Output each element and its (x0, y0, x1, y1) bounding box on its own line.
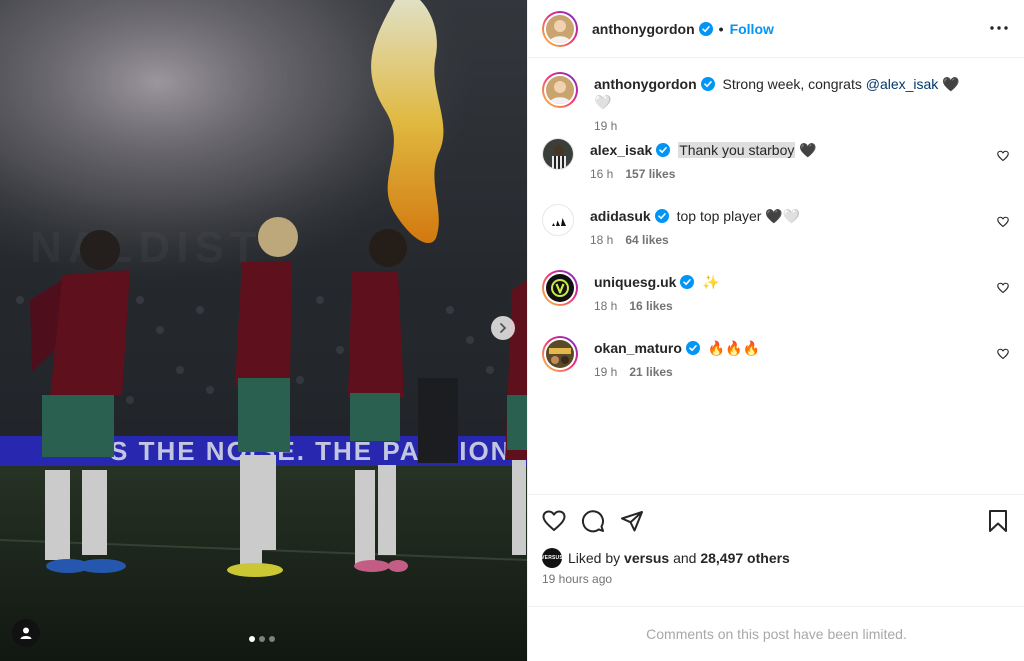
comment-like-heart-icon[interactable] (997, 149, 1009, 165)
carousel-dot-3 (269, 636, 275, 642)
comment-likes[interactable]: 16 likes (629, 299, 672, 313)
comments-limited-notice: Comments on this post have been limited. (528, 606, 1024, 661)
comment-username[interactable]: uniquesg.uk (594, 274, 676, 290)
comment-emoji: 🖤 (799, 142, 817, 158)
likes-others-link[interactable]: 28,497 others (700, 550, 790, 566)
commenter-avatar[interactable] (542, 336, 578, 372)
caption-author-avatar[interactable] (542, 72, 578, 108)
comment-time[interactable]: 16 h (590, 167, 613, 181)
header-separator: • (718, 20, 724, 37)
carousel-dot-1 (249, 636, 255, 642)
author-avatar[interactable] (542, 10, 578, 47)
author-username[interactable]: anthonygordon (592, 21, 695, 37)
share-paper-plane-icon[interactable] (620, 509, 644, 533)
comment-emoji: 🖤🤍 (765, 208, 801, 224)
comment-likes[interactable]: 157 likes (625, 167, 675, 181)
comment-username[interactable]: alex_isak (590, 142, 652, 158)
post-header: anthonygordon • Follow (528, 0, 1024, 58)
save-bookmark-icon[interactable] (987, 509, 1009, 536)
more-options-button[interactable] (987, 18, 1011, 38)
comments-list[interactable]: anthonygordon Strong week, congrats @ale… (528, 58, 1024, 494)
tagged-users-button[interactable] (12, 619, 40, 647)
liker-avatar[interactable]: VERSUS (541, 548, 563, 568)
adidas-logo-icon (543, 205, 573, 235)
comment-bubble-icon[interactable] (581, 509, 605, 533)
commenter-avatar[interactable] (542, 270, 578, 306)
comment-likes[interactable]: 21 likes (629, 365, 672, 379)
likes-conjunction: and (673, 550, 697, 566)
caption-text: Strong week, congrats (722, 76, 862, 92)
chevron-right-icon (500, 323, 507, 333)
commenter-avatar[interactable] (542, 138, 574, 170)
person-icon (20, 627, 32, 639)
comment-emoji: ✨ (702, 274, 720, 290)
instagram-post-view: NALDIST S THE NOISE. THE PASSION (0, 0, 1024, 661)
like-heart-icon[interactable] (542, 509, 566, 533)
carousel-dot-2 (259, 636, 265, 642)
commenter-avatar[interactable] (542, 204, 574, 236)
more-horizontal-icon (990, 26, 1008, 30)
caption-time[interactable]: 19 h (594, 119, 617, 133)
follow-button[interactable]: Follow (730, 21, 774, 37)
caption-avatar-image (546, 76, 574, 104)
comment-item: okan_maturo 🔥🔥🔥 19 h 21 likes (542, 336, 1011, 402)
comment-time[interactable]: 18 h (590, 233, 613, 247)
comment-item: adidasuk top top player 🖤🤍 18 h 64 likes (542, 204, 1011, 270)
commenter-avatar-image (543, 139, 573, 169)
post-timestamp[interactable]: 19 hours ago (542, 572, 1011, 586)
caption-username[interactable]: anthonygordon (594, 76, 697, 92)
verified-badge-icon (698, 21, 713, 36)
next-image-button[interactable] (491, 316, 515, 340)
likes-summary: VERSUS Liked by versus and 28,497 others (541, 548, 1011, 568)
comment-time[interactable]: 18 h (594, 299, 617, 313)
post-media[interactable]: NALDIST S THE NOISE. THE PASSION (0, 0, 527, 661)
verified-badge-icon (654, 209, 669, 223)
verified-badge-icon (700, 77, 715, 91)
comment-username[interactable]: okan_maturo (594, 340, 682, 356)
comment-item: alex_isak Thank you starboy 🖤 16 h 157 li… (542, 138, 1011, 204)
post-actions: VERSUS Liked by versus and 28,497 others… (528, 494, 1024, 606)
comment-emoji: 🔥🔥🔥 (707, 340, 761, 356)
liker-username[interactable]: versus (624, 550, 669, 566)
comment-like-heart-icon[interactable] (997, 215, 1009, 231)
uniquesg-logo-icon (546, 274, 574, 302)
comment-like-heart-icon[interactable] (997, 281, 1009, 297)
comment-username[interactable]: adidasuk (590, 208, 651, 224)
comment-text: Thank you starboy (678, 142, 796, 158)
comment-item: uniquesg.uk ✨ 18 h 16 likes (542, 270, 1011, 336)
comment-likes[interactable]: 64 likes (625, 233, 668, 247)
caption: anthonygordon Strong week, congrats @ale… (542, 72, 1011, 138)
author-avatar-image (546, 14, 574, 43)
comment-text: top top player (676, 208, 762, 224)
verified-badge-icon (656, 143, 671, 157)
carousel-indicator (249, 636, 275, 642)
post-side-panel: anthonygordon • Follow anthonygordon Str… (527, 0, 1024, 661)
comment-like-heart-icon[interactable] (997, 347, 1009, 363)
comment-time[interactable]: 19 h (594, 365, 617, 379)
caption-mention-link[interactable]: @alex_isak (866, 76, 939, 92)
verified-badge-icon (685, 341, 700, 355)
likes-prefix: Liked by (568, 550, 621, 566)
post-photo: NALDIST S THE NOISE. THE PASSION (0, 0, 527, 661)
verified-badge-icon (680, 275, 695, 289)
commenter-avatar-image (546, 340, 574, 368)
